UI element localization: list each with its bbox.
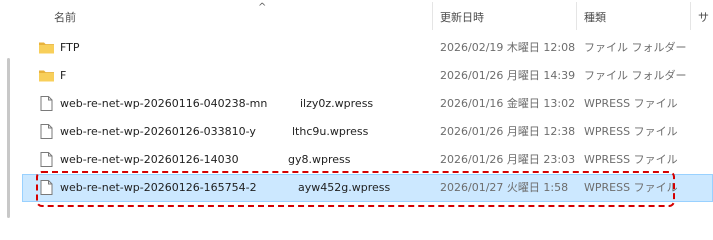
file-row-wpress[interactable]: web-re-net-wp-20260126-140304- gy8.wpres… xyxy=(22,146,713,174)
file-name: web-re-net-wp-20260126-033810-y xyxy=(60,125,256,138)
document-icon xyxy=(40,124,53,139)
sort-ascending-icon: ^ xyxy=(258,2,267,13)
navigation-scrollbar[interactable] xyxy=(7,58,10,218)
file-type: ファイル フォルダー xyxy=(584,69,687,82)
file-name-tail: gy8.wpress xyxy=(288,153,351,166)
highlight-annotation-box xyxy=(36,171,675,207)
file-type: WPRESS ファイル xyxy=(584,153,678,166)
column-header-date[interactable]: 更新日時 xyxy=(440,10,484,26)
file-modified: 2026/02/19 木曜日 12:08 xyxy=(440,41,576,54)
column-divider[interactable] xyxy=(690,2,691,30)
column-divider[interactable] xyxy=(432,2,433,30)
column-divider[interactable] xyxy=(576,2,577,30)
document-icon xyxy=(40,96,53,111)
file-name: web-re-net-wp-20260116-040238-mn xyxy=(60,97,268,110)
file-row-ftp[interactable]: FTP 2026/02/19 木曜日 12:08 ファイル フォルダー xyxy=(22,34,713,62)
folder-icon xyxy=(39,70,54,82)
redaction-mask xyxy=(68,66,158,86)
file-modified: 2026/01/26 月曜日 12:38 xyxy=(440,125,576,138)
column-header-type[interactable]: 種類 xyxy=(584,10,606,26)
file-name-tail: lthc9u.wpress xyxy=(292,125,369,138)
file-row-wpress[interactable]: web-re-net-wp-20260126-033810-y lthc9u.w… xyxy=(22,118,713,146)
file-name: F xyxy=(60,69,67,82)
file-modified: 2026/01/16 金曜日 13:02 xyxy=(440,97,576,110)
file-type: ファイル フォルダー xyxy=(584,41,687,54)
file-row-wpress[interactable]: web-re-net-wp-20260116-040238-mn ilzy0z.… xyxy=(22,90,713,118)
document-icon xyxy=(40,152,53,167)
file-type: WPRESS ファイル xyxy=(584,97,678,110)
folder-icon xyxy=(39,42,54,54)
navigation-pane xyxy=(0,0,22,224)
file-type: WPRESS ファイル xyxy=(584,125,678,138)
column-header-name[interactable]: 名前 xyxy=(54,10,76,26)
file-modified: 2026/01/26 月曜日 14:39 xyxy=(440,69,576,82)
redaction-mask xyxy=(272,94,300,114)
file-name: web-re-net-wp-20260126-140304- xyxy=(60,153,250,166)
column-header-bar: 名前 ^ 更新日時 種類 サ xyxy=(22,0,713,30)
file-row-folder-f[interactable]: F 2026/01/26 月曜日 14:39 ファイル フォルダー xyxy=(22,62,713,90)
redaction-mask xyxy=(238,150,288,170)
file-name-tail: ilzy0z.wpress xyxy=(300,97,374,110)
redaction-mask xyxy=(266,122,292,142)
column-header-size[interactable]: サ xyxy=(698,10,709,26)
file-name: FTP xyxy=(60,41,80,54)
file-modified: 2026/01/26 月曜日 23:03 xyxy=(440,153,576,166)
